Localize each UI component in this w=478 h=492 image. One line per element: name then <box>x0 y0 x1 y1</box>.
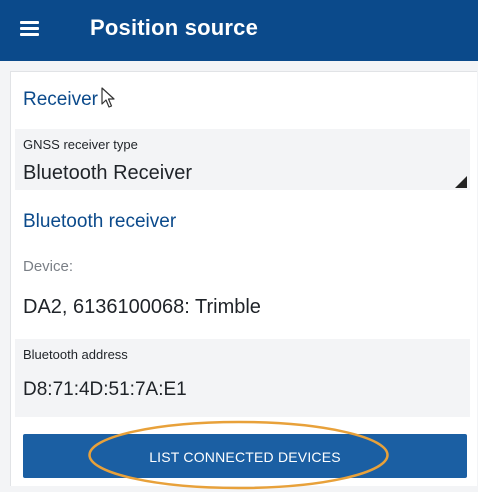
bluetooth-address-label: Bluetooth address <box>23 347 128 362</box>
list-connected-devices-button[interactable]: LIST CONNECTED DEVICES <box>23 434 467 478</box>
dropdown-arrow-icon <box>455 176 467 188</box>
bluetooth-address-value: D8:71:4D:51:7A:E1 <box>23 379 187 400</box>
bluetooth-section-heading: Bluetooth receiver <box>23 211 177 232</box>
list-connected-devices-label: LIST CONNECTED DEVICES <box>149 449 341 465</box>
gnss-receiver-type-select[interactable]: GNSS receiver type Bluetooth Receiver <box>15 129 470 190</box>
gnss-receiver-type-label: GNSS receiver type <box>23 137 138 152</box>
receiver-section-heading: Receiver <box>23 89 98 110</box>
gnss-receiver-type-value: Bluetooth Receiver <box>23 162 192 184</box>
page-title: Position source <box>90 15 259 40</box>
mouse-pointer-icon <box>101 87 115 108</box>
hamburger-menu-icon[interactable] <box>20 21 39 36</box>
app-bar: Position source <box>0 0 478 61</box>
device-value: DA2, 6136100068: Trimble <box>23 296 261 318</box>
device-label: Device: <box>23 258 74 275</box>
bluetooth-address-field[interactable]: Bluetooth address D8:71:4D:51:7A:E1 <box>15 339 470 417</box>
